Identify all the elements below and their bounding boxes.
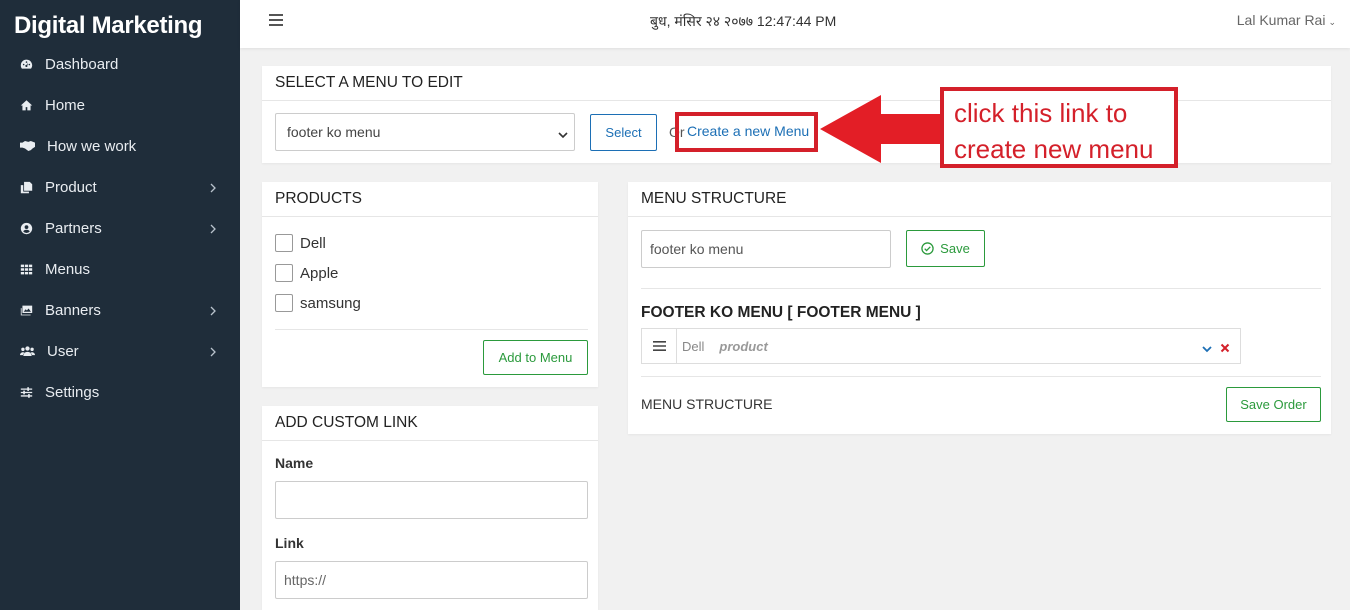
chevron-right-icon: [210, 344, 216, 357]
save-button[interactable]: Save: [906, 230, 985, 267]
sidebar-item-label: Banners: [45, 301, 101, 319]
top-bar: बुध, मंसिर २४ २०७७ 12:47:44 PM Lal Kumar…: [240, 0, 1350, 48]
menu-structure-card: MENU STRUCTURE footer ko menu Save FOOTE…: [628, 182, 1331, 434]
sidebar-item-banners[interactable]: Banners: [0, 295, 240, 325]
sidebar-item-label: Partners: [45, 219, 102, 237]
products-title: PRODUCTS: [262, 182, 598, 217]
product-checkbox-apple[interactable]: Apple: [275, 263, 338, 283]
product-checkbox-samsung[interactable]: samsung: [275, 293, 361, 313]
chevron-right-icon: [210, 180, 216, 193]
users-icon: [19, 344, 35, 358]
sidebar-item-label: User: [47, 342, 79, 360]
name-label: Name: [275, 455, 314, 471]
sidebar-item-how-we-work[interactable]: How we work: [0, 131, 240, 161]
product-label: Dell: [300, 234, 326, 252]
checkbox[interactable]: [275, 264, 293, 282]
chevron-down-icon: ⌄: [1328, 17, 1336, 27]
divider: [275, 329, 588, 330]
sidebar-item-label: Settings: [45, 383, 100, 401]
chevron-down-icon[interactable]: [1202, 341, 1212, 359]
add-to-menu-button[interactable]: Add to Menu: [483, 340, 588, 375]
annotation-callout: click this link to create new menu: [940, 87, 1178, 168]
home-icon: [19, 98, 33, 112]
grid-icon: [19, 262, 33, 276]
copy-icon: [19, 180, 33, 194]
sidebar: Digital Marketing Dashboard Home How we …: [0, 0, 240, 610]
menu-item-type: product: [719, 338, 768, 354]
close-icon[interactable]: [1220, 340, 1230, 358]
menu-item-name: Dell: [682, 338, 705, 354]
select-button[interactable]: Select: [590, 114, 657, 151]
checkbox[interactable]: [275, 294, 293, 312]
sidebar-item-product[interactable]: Product: [0, 172, 240, 202]
sidebar-item-dashboard[interactable]: Dashboard: [0, 49, 240, 79]
user-menu[interactable]: Lal Kumar Rai ⌄: [1237, 12, 1336, 28]
user-circle-icon: [19, 221, 33, 235]
sidebar-item-label: Dashboard: [45, 55, 119, 73]
menu-select[interactable]: footer ko menu: [275, 113, 575, 151]
link-input[interactable]: https://: [275, 561, 588, 599]
chevron-down-icon: [558, 127, 568, 139]
menu-item-row[interactable]: Dell product: [641, 328, 1241, 364]
name-input[interactable]: [275, 481, 588, 519]
divider: [641, 376, 1321, 377]
sidebar-item-partners[interactable]: Partners: [0, 213, 240, 243]
sidebar-item-menus[interactable]: Menus: [0, 254, 240, 284]
menu-heading: FOOTER KO MENU [ FOOTER MENU ]: [641, 304, 921, 321]
annotation-highlight-box: [675, 112, 818, 152]
sidebar-item-label: Product: [45, 178, 97, 196]
divider: [641, 288, 1321, 289]
drag-handle-icon[interactable]: [642, 329, 677, 363]
product-checkbox-dell[interactable]: Dell: [275, 233, 326, 253]
chevron-right-icon: [210, 303, 216, 316]
annotation-line-2: create new menu: [954, 134, 1154, 164]
handshake-icon: [19, 139, 35, 153]
check-circle-icon: [921, 242, 934, 255]
menu-structure-footer-label: MENU STRUCTURE: [641, 396, 773, 412]
sidebar-item-settings[interactable]: Settings: [0, 377, 240, 407]
products-card: PRODUCTS Dell Apple samsung Add to Menu: [262, 182, 598, 387]
chevron-right-icon: [210, 221, 216, 234]
sidebar-item-home[interactable]: Home: [0, 90, 240, 120]
dashboard-icon: [19, 57, 33, 71]
annotation-line-1: click this link to: [954, 98, 1128, 128]
sidebar-item-label: Home: [45, 96, 86, 114]
hamburger-menu-icon[interactable]: [269, 14, 283, 28]
date-time-display: बुध, मंसिर २४ २०७७ 12:47:44 PM: [650, 13, 837, 29]
link-label: Link: [275, 535, 304, 551]
checkbox[interactable]: [275, 234, 293, 252]
product-label: samsung: [300, 294, 361, 312]
annotation-arrow-icon: [820, 95, 942, 163]
custom-link-title: ADD CUSTOM LINK: [262, 406, 598, 441]
sidebar-item-label: Menus: [45, 260, 91, 278]
save-order-button[interactable]: Save Order: [1226, 387, 1321, 422]
product-label: Apple: [300, 264, 339, 282]
menu-select-value: footer ko menu: [287, 124, 381, 140]
menu-name-input[interactable]: footer ko menu: [641, 230, 891, 268]
menu-structure-title: MENU STRUCTURE: [628, 182, 1331, 217]
user-name: Lal Kumar Rai: [1236, 12, 1326, 28]
brand-title[interactable]: Digital Marketing: [14, 12, 203, 40]
save-button-label: Save: [940, 241, 970, 256]
sliders-icon: [19, 385, 33, 399]
images-icon: [19, 303, 33, 317]
sidebar-item-label: How we work: [47, 137, 137, 155]
custom-link-card: ADD CUSTOM LINK Name Link https://: [262, 406, 598, 610]
sidebar-item-user[interactable]: User: [0, 336, 240, 366]
